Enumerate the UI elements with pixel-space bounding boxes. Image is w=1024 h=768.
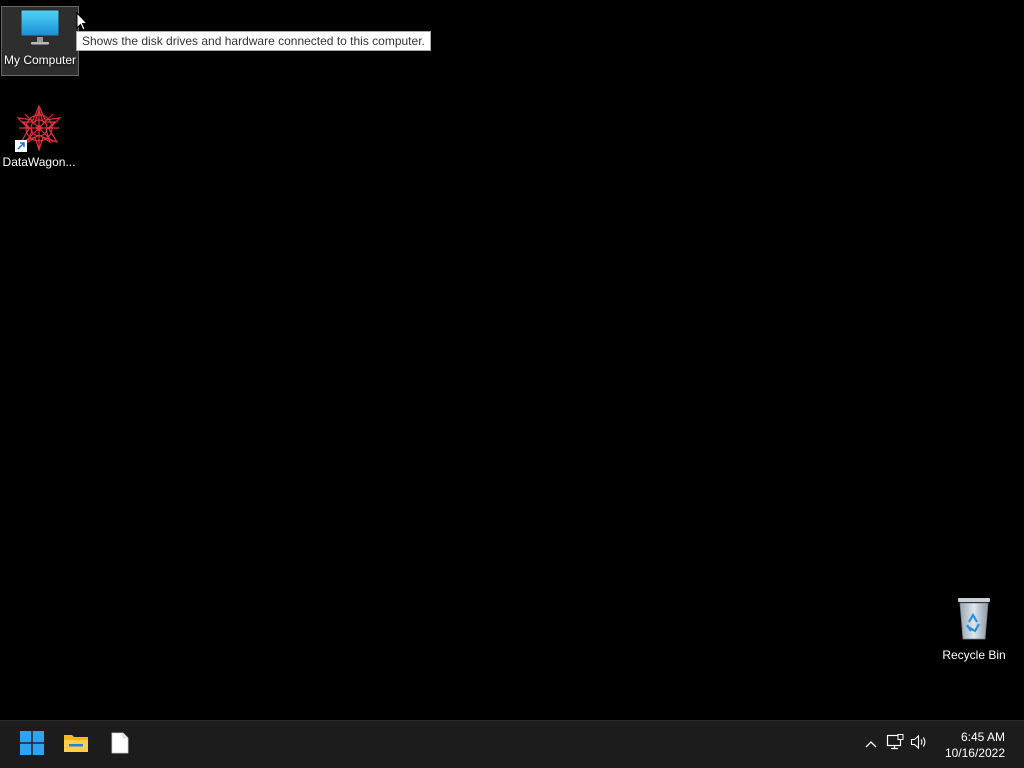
monitor-icon xyxy=(18,7,62,50)
mouse-cursor-icon xyxy=(76,11,89,32)
desktop-icon-datawagon[interactable]: DataWagon... xyxy=(1,104,77,172)
system-tray: 6:45 AM 10/16/2022 xyxy=(859,721,1024,768)
blank-document-icon xyxy=(111,732,129,759)
clock-time: 6:45 AM xyxy=(960,729,1005,744)
document-app-button[interactable] xyxy=(100,725,140,765)
windows-start-icon xyxy=(20,730,44,760)
desktop-icon-label: Recycle Bin xyxy=(942,648,1006,662)
recycle-bin-icon xyxy=(954,594,994,645)
chevron-up-icon xyxy=(864,736,878,754)
network-icon xyxy=(886,734,904,755)
file-explorer-icon xyxy=(63,732,89,759)
network-button[interactable] xyxy=(883,725,907,765)
tooltip: Shows the disk drives and hardware conne… xyxy=(76,31,431,51)
show-hidden-icons-button[interactable] xyxy=(859,725,883,765)
file-explorer-button[interactable] xyxy=(56,725,96,765)
desktop-icon-recycle-bin[interactable]: Recycle Bin xyxy=(936,594,1012,662)
volume-button[interactable] xyxy=(907,725,931,765)
shortcut-arrow-icon xyxy=(15,140,27,152)
clock-date: 10/16/2022 xyxy=(944,745,1005,760)
desktop[interactable]: My Computer DataWagon... Recycle Bin Sho… xyxy=(0,0,1024,720)
desktop-icon-my-computer[interactable]: My Computer xyxy=(1,6,79,76)
volume-icon xyxy=(910,734,928,755)
start-button[interactable] xyxy=(12,725,52,765)
desktop-icon-label: My Computer xyxy=(3,53,77,67)
clock[interactable]: 6:45 AM 10/16/2022 xyxy=(931,729,1024,761)
desktop-icon-label: DataWagon... xyxy=(2,155,76,169)
taskbar: 6:45 AM 10/16/2022 xyxy=(0,720,1024,768)
datawagon-icon xyxy=(15,104,63,153)
